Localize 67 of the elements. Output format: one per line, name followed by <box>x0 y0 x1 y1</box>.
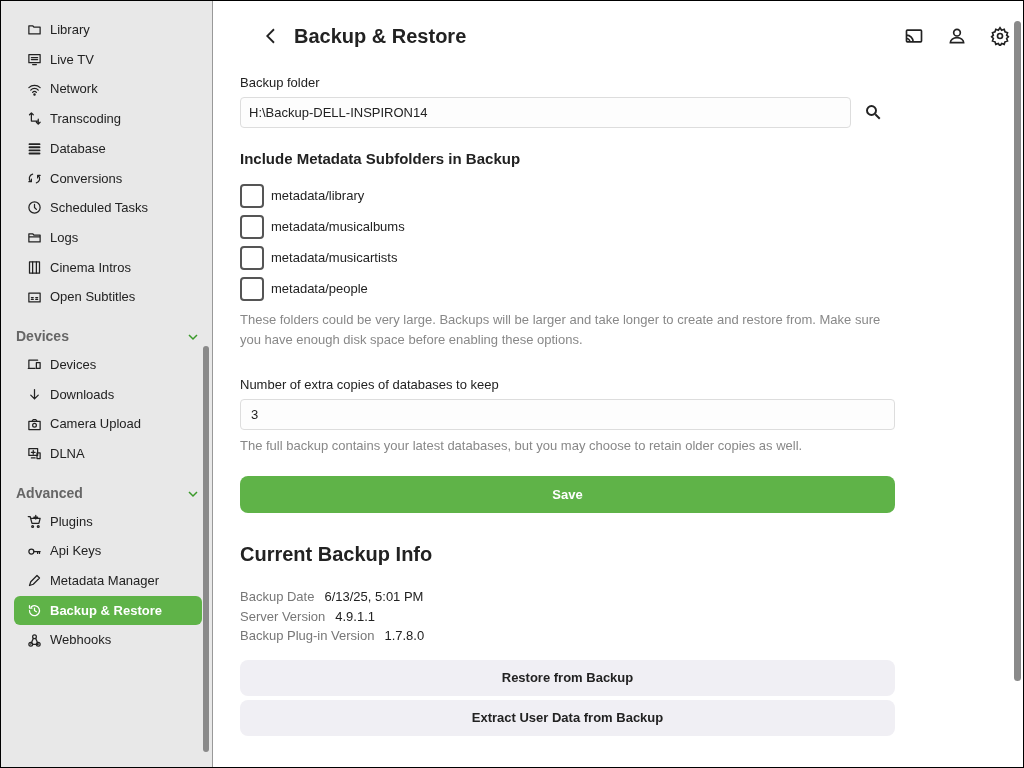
sidebar-item[interactable]: Database <box>14 133 202 164</box>
checkbox[interactable] <box>240 183 264 208</box>
sidebar-item[interactable]: Live TV <box>14 44 202 75</box>
page-title: Backup & Restore <box>294 24 468 49</box>
download-icon <box>27 386 42 402</box>
restore-icon <box>27 603 42 619</box>
sidebar-item[interactable]: Downloads <box>14 379 202 410</box>
sidebar-item[interactable]: Conversions <box>14 163 202 194</box>
stack-icon <box>27 141 42 157</box>
pencil-icon <box>27 573 42 589</box>
cast-icon[interactable] <box>904 26 924 46</box>
sidebar-item[interactable]: Api Keys <box>14 536 202 566</box>
sidebar-item[interactable]: Logs <box>14 222 202 253</box>
input-field[interactable]: 3 <box>240 398 895 430</box>
sidebar-item[interactable]: Open Subtitles <box>14 282 202 312</box>
scrollbar[interactable] <box>1014 21 1021 681</box>
camera-icon <box>27 416 42 432</box>
checkbox[interactable] <box>240 214 264 239</box>
checkbox[interactable] <box>240 245 264 270</box>
section-heading: Current Backup Info <box>240 542 434 567</box>
user-icon[interactable] <box>947 26 967 46</box>
section-heading: Include Metadata Subfolders in Backup <box>240 148 522 169</box>
sidebar-item[interactable]: Devices <box>14 349 202 380</box>
sidebar-item[interactable]: Network <box>14 74 202 105</box>
sidebar-item[interactable]: Webhooks <box>14 625 202 656</box>
section-heading: Devices <box>16 327 69 347</box>
clock-icon <box>27 200 42 216</box>
checkbox[interactable] <box>240 276 264 301</box>
subtitles-icon <box>27 289 42 305</box>
info-value: 6/13/25, 5:01 PM <box>324 588 424 606</box>
screen-icon <box>27 446 42 462</box>
sidebar-item[interactable]: Cinema Intros <box>14 252 202 283</box>
info-value: 1.7.8.0 <box>384 627 425 645</box>
help-text: The full backup contains your latest databases, but you may choose to retain older copies as well. <box>240 436 804 455</box>
checkbox-label: metadata/musicartists <box>271 248 398 267</box>
sidebar-item[interactable]: Scheduled Tasks <box>14 193 202 223</box>
sidebar-item[interactable]: Transcoding <box>14 104 202 134</box>
sidebar-item[interactable]: Metadata Manager <box>14 566 202 596</box>
film-icon <box>27 259 42 275</box>
sidebar-item[interactable]: Plugins <box>14 506 202 537</box>
section-heading: Advanced <box>16 484 83 504</box>
checkbox-label: metadata/musicalbums <box>271 217 405 236</box>
info-label: Server Version <box>240 607 326 626</box>
folder-icon <box>27 22 42 38</box>
action-button[interactable]: Restore from Backup <box>240 659 895 696</box>
sidebar-item[interactable]: Library <box>14 15 202 45</box>
webhook-icon <box>27 632 42 648</box>
action-button[interactable]: Extract User Data from Backup <box>240 699 895 736</box>
help-text: These folders could be very large. Backups will be larger and take longer to create and restore from. Make sure you have enough disk space before enabling these options. <box>240 311 882 349</box>
arrows-icon <box>27 111 42 127</box>
refresh-icon <box>27 170 42 186</box>
info-value: 4.9.1.1 <box>335 607 376 626</box>
cart-icon <box>27 513 42 529</box>
folder-icon <box>27 230 42 246</box>
tv-icon <box>27 52 42 68</box>
info-label: Backup Plug-in Version <box>240 627 375 645</box>
scrollbar[interactable] <box>203 346 209 752</box>
search-icon[interactable] <box>864 103 882 121</box>
sidebar-item[interactable]: DLNA <box>14 438 202 469</box>
field-label: Number of extra copies of databases to keep <box>240 376 500 394</box>
sidebar-item[interactable]: Camera Upload <box>14 409 202 439</box>
settings-icon[interactable] <box>990 26 1010 46</box>
checkbox-label: metadata/people <box>271 279 368 298</box>
info-label: Backup Date <box>240 588 315 606</box>
input-field[interactable]: H:\Backup-DELL-INSPIRON14 <box>240 96 851 128</box>
field-label: Backup folder <box>240 74 321 92</box>
checkbox-label: metadata/library <box>271 186 365 205</box>
